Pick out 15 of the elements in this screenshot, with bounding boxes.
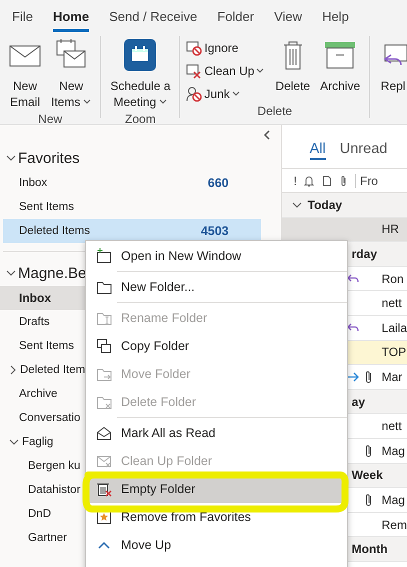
sender-name: Mar (382, 370, 402, 384)
group-label: Zoom (125, 112, 156, 124)
sender-name: Mag (382, 492, 405, 507)
unread-count: 4503 (200, 224, 229, 238)
group-label: New (38, 112, 62, 124)
sender-name: Ron (382, 272, 404, 286)
unread-count: 660 (208, 176, 229, 190)
sender-name: HR (382, 222, 399, 236)
sender-name: TOP (382, 345, 406, 360)
sender-name: Rem (382, 518, 407, 532)
sender-name: nett (382, 419, 402, 434)
sender-name: Mag (382, 444, 405, 458)
group-label: Delete (257, 104, 292, 118)
sender-name: nett (382, 296, 402, 310)
sender-name: Laila (382, 320, 407, 335)
